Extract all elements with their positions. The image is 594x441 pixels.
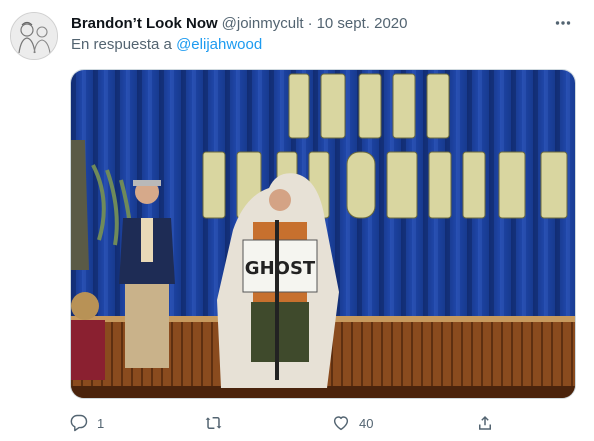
- reply-prefix: En respuesta a: [71, 36, 172, 53]
- reply-mention-link[interactable]: @elijahwood: [176, 36, 262, 53]
- reply-context: En respuesta a @elijahwood: [71, 36, 262, 53]
- halloween-stage-photo: GHOST: [71, 70, 575, 398]
- retweet-button[interactable]: [204, 412, 232, 434]
- more-button[interactable]: [552, 12, 574, 34]
- sketch-avatar-icon: [11, 13, 57, 59]
- tweet-date[interactable]: 10 sept. 2020: [317, 15, 408, 32]
- avatar[interactable]: [10, 12, 58, 60]
- author-handle[interactable]: @joinmycult: [222, 15, 304, 32]
- reply-icon: [70, 414, 88, 432]
- reply-button[interactable]: 1: [70, 412, 104, 434]
- author-display-name[interactable]: Brandon’t Look Now: [71, 15, 218, 32]
- heart-icon: [333, 416, 349, 431]
- tweet-action-bar: 1 40: [70, 412, 500, 434]
- like-button[interactable]: 40: [332, 412, 373, 434]
- tweet-header: Brandon’t Look Now @joinmycult · 10 sept…: [71, 13, 408, 33]
- like-count: 40: [359, 415, 374, 431]
- tweet: Brandon’t Look Now @joinmycult · 10 sept…: [0, 0, 594, 441]
- header-separator: ·: [307, 14, 313, 32]
- share-button[interactable]: [476, 412, 494, 434]
- share-icon: [479, 415, 491, 430]
- retweet-icon: [205, 417, 222, 429]
- reply-count: 1: [97, 415, 105, 431]
- tweet-media-image[interactable]: GHOST: [70, 69, 576, 399]
- more-dots-icon: [555, 21, 571, 25]
- ghost-sign-text: GHOST: [245, 258, 316, 279]
